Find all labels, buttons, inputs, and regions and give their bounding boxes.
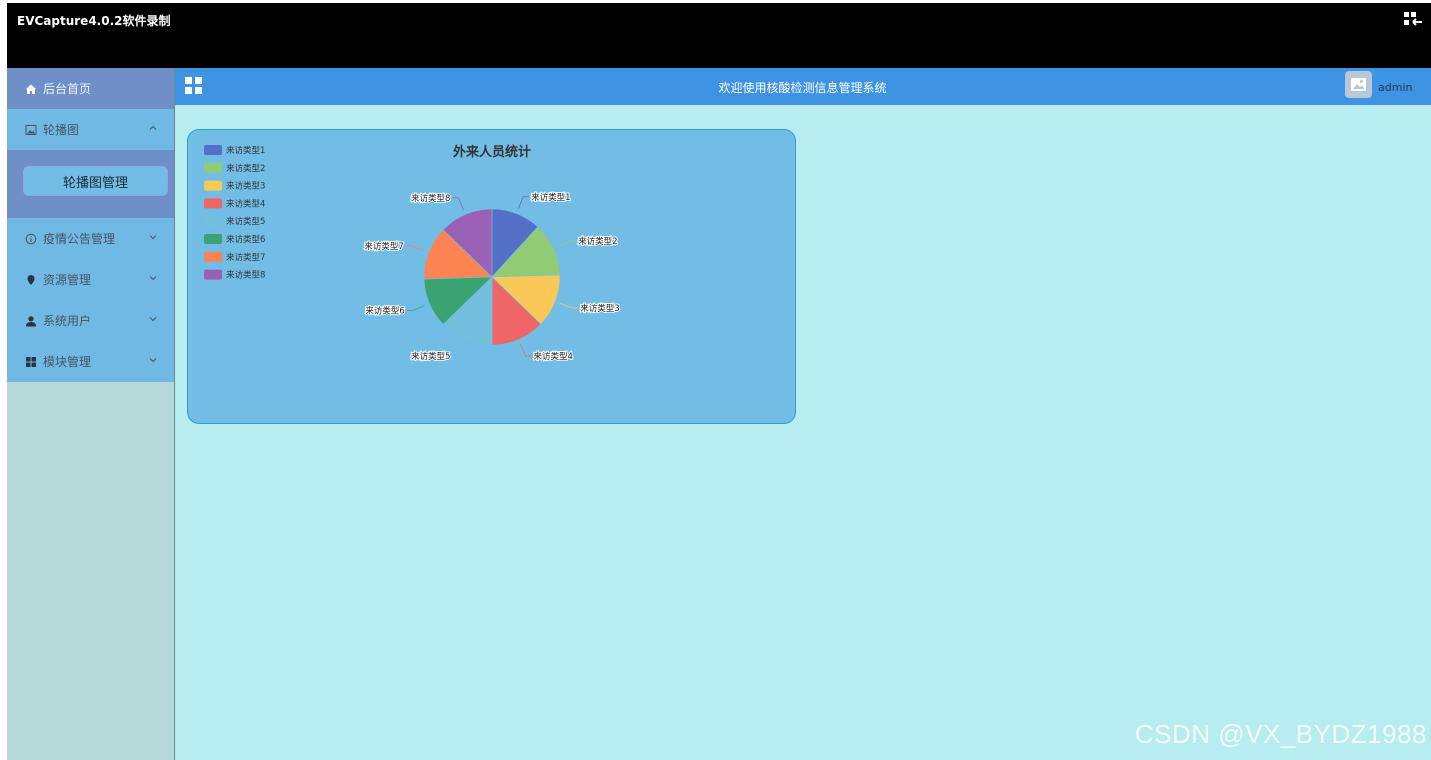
legend-swatch[interactable] (204, 234, 222, 244)
pie-chart: 外来人员统计 来访类型1来访类型2来访类型3来访类型4来访类型5来访类型6来访类… (204, 144, 621, 363)
image-icon (25, 124, 37, 135)
sidebar-item-system-users[interactable]: 系统用户 (7, 300, 174, 341)
chevron-down-icon (149, 317, 157, 322)
chevron-down-icon (149, 235, 157, 240)
carousel-submenu: 轮播图管理 (7, 150, 174, 218)
info-circle-icon (25, 233, 37, 244)
pie-label: 来访类型3 (580, 303, 619, 314)
chevron-down-icon (149, 358, 157, 363)
legend-swatch[interactable] (204, 145, 222, 155)
legend-label[interactable]: 来访类型7 (226, 252, 265, 263)
chevron-down-icon (149, 276, 157, 281)
watermark-text: CSDN @VX_BYDZ1988 (1134, 719, 1427, 749)
avatar[interactable] (1345, 71, 1372, 98)
sidebar-item-carousel[interactable]: 轮播图 (7, 109, 174, 150)
sidebar-item-resources[interactable]: 资源管理 (7, 259, 174, 300)
legend-swatch[interactable] (204, 251, 222, 262)
sidebar: 后台首页 轮播图 轮播图管理 疫情公告管理 资源管理 系统用户 模块管理 (7, 68, 175, 760)
pie-label: 来访类型2 (578, 236, 617, 247)
legend-label[interactable]: 来访类型6 (226, 234, 265, 245)
sidebar-item-modules[interactable]: 模块管理 (7, 341, 174, 382)
visitor-stats-card: 外来人员统计 来访类型1 来访类型2 来访类型3 来访类型4 来访类型5 来访类型6 来访类… (187, 129, 796, 424)
title-bar: EVCapture4.0.2软件录制 (7, 3, 1431, 68)
sidebar-item-home[interactable]: 后台首页 (7, 68, 174, 109)
user-name[interactable]: admin (1378, 81, 1412, 94)
pie-label: 来访类型8 (411, 193, 450, 204)
sidebar-item-label: 模块管理 (43, 355, 92, 369)
location-pin-icon (27, 274, 35, 285)
pie-label-line (405, 245, 425, 252)
chart-legend: 来访类型1 来访类型2 来访类型3 来访类型4 来访类型5 来访类型6 来访类型7 来访类型8 (204, 145, 265, 281)
pie-label: 来访类型1 (531, 192, 570, 203)
restore-window-icon[interactable] (1403, 11, 1423, 27)
sidebar-item-label: 疫情公告管理 (43, 232, 116, 246)
chart-title: 外来人员统计 (452, 144, 531, 160)
legend-label[interactable]: 来访类型1 (226, 145, 265, 156)
legend-swatch[interactable] (204, 269, 222, 280)
pie-label-line (558, 240, 577, 247)
user-icon (26, 315, 36, 326)
pie-label-line (452, 344, 464, 357)
carousel-management-button[interactable]: 轮播图管理 (23, 166, 168, 196)
pie-label-line (559, 302, 579, 309)
legend-swatch[interactable] (204, 198, 222, 209)
legend-label[interactable]: 来访类型8 (226, 270, 265, 281)
top-header: 欢迎使用核酸检测信息管理系统 admin (174, 68, 1431, 105)
legend-swatch[interactable] (204, 180, 222, 191)
chevron-up-icon (149, 125, 157, 130)
pie-label: 来访类型7 (364, 241, 403, 252)
pie-label-line (452, 197, 464, 210)
system-title: 欢迎使用核酸检测信息管理系统 (718, 81, 887, 95)
legend-label[interactable]: 来访类型4 (226, 198, 265, 209)
image-placeholder-icon (1351, 78, 1366, 91)
sidebar-item-label: 后台首页 (43, 82, 92, 96)
home-icon (26, 84, 36, 94)
legend-label[interactable]: 来访类型2 (226, 163, 265, 174)
pie-label-line (520, 344, 532, 357)
pie-label-line (406, 305, 425, 311)
pie-slices (423, 208, 561, 346)
legend-swatch[interactable] (204, 162, 222, 173)
grid-icon (26, 356, 36, 367)
legend-label[interactable]: 来访类型5 (226, 216, 265, 227)
pie-label: 来访类型5 (411, 351, 450, 362)
pie-label: 来访类型6 (365, 306, 404, 317)
sidebar-item-label: 轮播图 (43, 123, 80, 137)
app-title: EVCapture4.0.2软件录制 (17, 14, 171, 28)
legend-swatch[interactable] (204, 216, 222, 227)
sidebar-item-label: 系统用户 (43, 314, 92, 328)
sidebar-item-epidemic-notice[interactable]: 疫情公告管理 (7, 218, 174, 259)
app-window: EVCapture4.0.2软件录制 欢迎使用核酸检测信息管理系统 admin (7, 3, 1431, 760)
legend-label[interactable]: 来访类型3 (226, 181, 265, 192)
sidebar-item-label: 资源管理 (43, 273, 92, 287)
pie-label-line (517, 196, 530, 210)
pie-label: 来访类型4 (534, 351, 573, 362)
